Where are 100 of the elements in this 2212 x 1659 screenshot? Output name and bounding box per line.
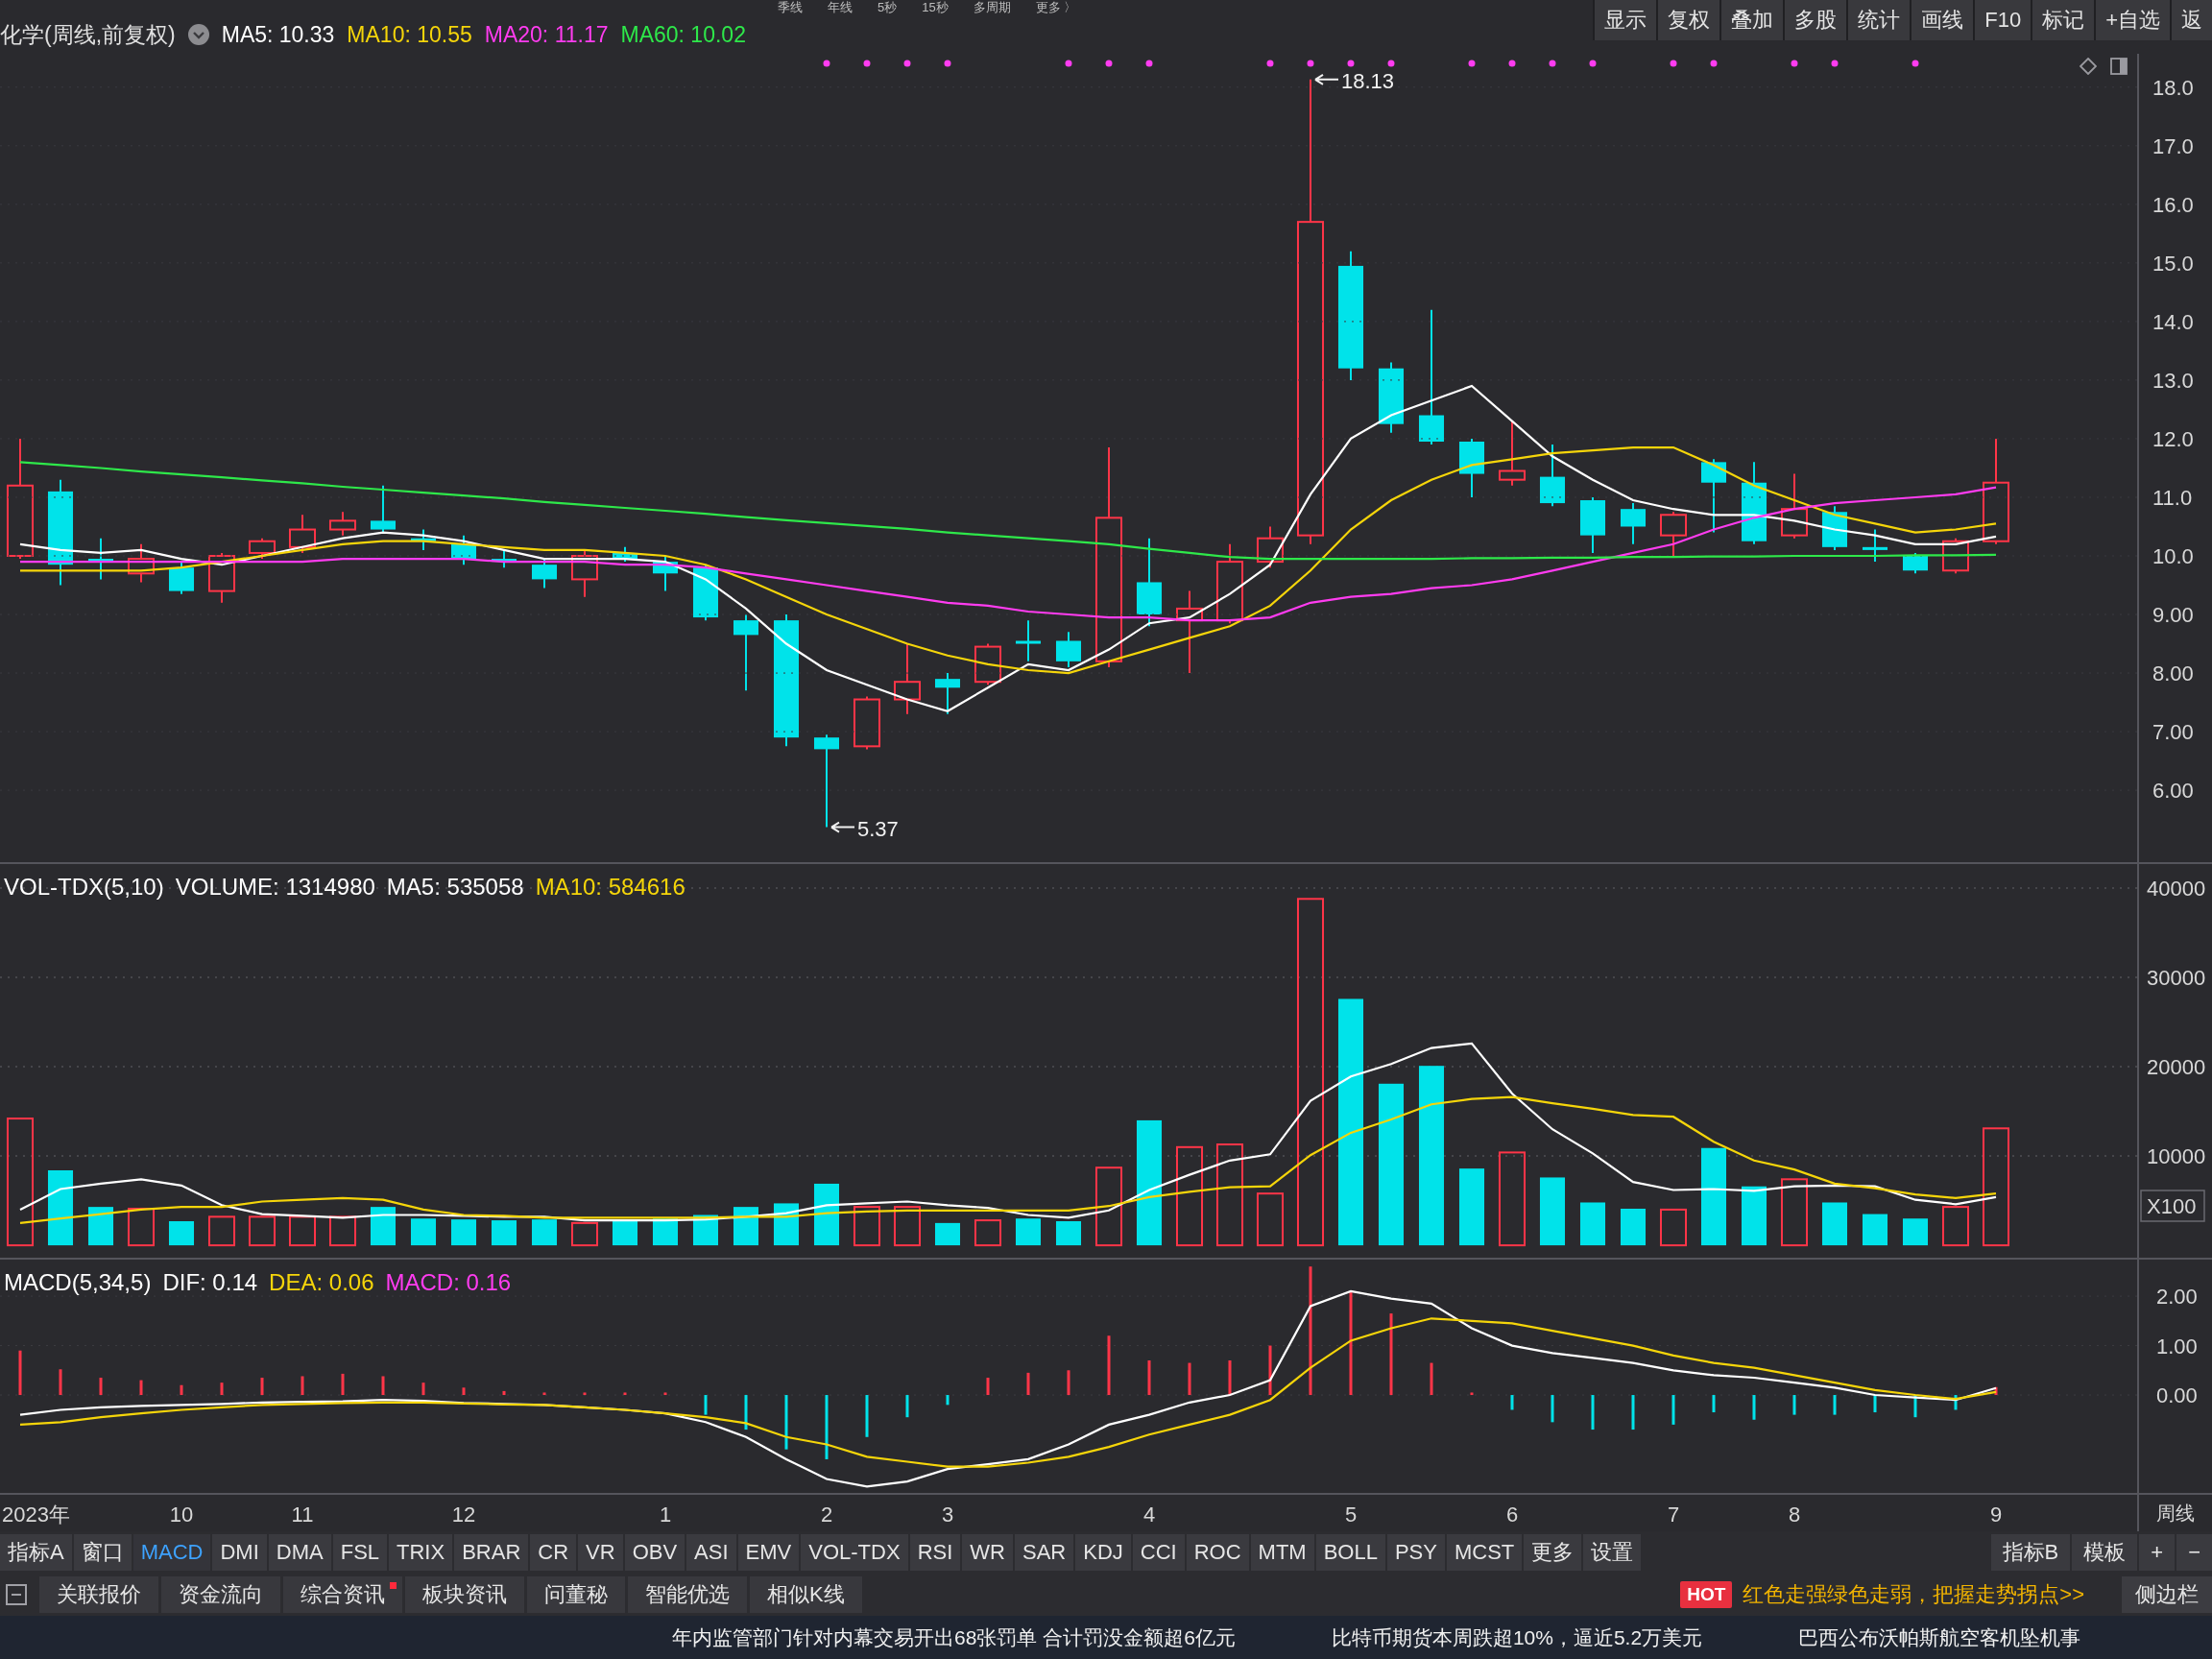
indicator-tab[interactable]: WR (962, 1534, 1013, 1571)
marker-dot-icon (1911, 60, 1919, 67)
diamond-icon[interactable] (2080, 58, 2097, 75)
indicator-tab[interactable]: MTM (1250, 1534, 1314, 1571)
indicator-tab[interactable]: VR (578, 1534, 623, 1571)
histogram-bar (1671, 1395, 1675, 1425)
year-label: 2023年 (2, 1503, 70, 1527)
toolbar-button[interactable]: 复权 (1656, 0, 1720, 40)
period-tab[interactable]: 15秒 (922, 0, 949, 15)
price-axis-label: 6.00 (2152, 779, 2194, 804)
indicator-tab[interactable]: 窗口 (73, 1534, 132, 1571)
volume-bar (974, 1219, 1001, 1247)
minus-square-icon[interactable] (6, 1584, 27, 1605)
indicator-tab[interactable]: BOLL (1315, 1534, 1385, 1571)
macd-axis-label: 2.00 (2156, 1285, 2198, 1310)
time-axis-label: 6 (1505, 1503, 1519, 1527)
marker-dot-icon (1307, 60, 1314, 67)
histogram-bar (1712, 1395, 1716, 1413)
volume-bar (492, 1220, 517, 1246)
marker-dot-icon (1105, 60, 1113, 67)
indicator-tab[interactable]: DMA (268, 1534, 331, 1571)
volume-bar (613, 1220, 637, 1246)
toolbar-button[interactable]: 叠加 (1719, 0, 1784, 40)
volume-bar (1942, 1206, 1969, 1247)
period-tab[interactable]: 5秒 (878, 0, 898, 15)
period-tab[interactable]: 年线 (828, 0, 853, 15)
volume-bar (935, 1222, 960, 1246)
period-tab[interactable]: 更多 〉 (1035, 0, 1077, 15)
histogram-bar (220, 1382, 224, 1396)
histogram-bar (1268, 1345, 1272, 1396)
toolbar-button[interactable]: +自选 (2094, 0, 2170, 40)
histogram-bar (865, 1395, 869, 1437)
toolbar-button[interactable]: 画线 (1910, 0, 1974, 40)
toolbar-button[interactable]: 返 (2170, 0, 2212, 40)
info-tab[interactable]: 关联报价 (39, 1576, 158, 1613)
time-axis-label: 4 (1142, 1503, 1156, 1527)
indicator-tab[interactable]: VOL-TDX (801, 1534, 908, 1571)
info-tab[interactable]: 资金流向 (161, 1576, 280, 1613)
indicator-tab[interactable]: MCST (1446, 1534, 1523, 1571)
indicator-tab[interactable]: CR (530, 1534, 577, 1571)
period-label: 周线 (2156, 1501, 2195, 1526)
toolbar-button[interactable]: 显示 (1593, 0, 1657, 40)
indicator-tab[interactable]: 设置 (1583, 1534, 1642, 1571)
marker-dot-icon (1670, 60, 1677, 67)
volume-bar (1621, 1209, 1646, 1246)
indicator-tab[interactable]: CCI (1132, 1534, 1185, 1571)
indicator-tab[interactable]: FSL (332, 1534, 388, 1571)
histogram-bar (986, 1378, 990, 1396)
info-tab[interactable]: 智能优选 (628, 1576, 747, 1613)
histogram-bar (381, 1376, 385, 1396)
indicator-tab[interactable]: 更多 (1524, 1534, 1582, 1571)
legend-value: MA20: 11.17 (484, 21, 609, 48)
info-tab[interactable]: 相似K线 (750, 1576, 862, 1613)
legend-value: MA5: 10.33 (221, 21, 335, 48)
period-tab[interactable]: 季线 (778, 0, 803, 15)
indicator-tab[interactable]: OBV (624, 1534, 685, 1571)
period-tab[interactable]: 多周期 (973, 0, 1011, 15)
price-axis-label: 7.00 (2152, 720, 2194, 745)
time-axis-label: 12 (451, 1503, 476, 1527)
volume-axis-label: 10000 (2147, 1144, 2206, 1169)
news-headline[interactable]: 巴西公布沃帕斯航空客机坠机事 (1798, 1623, 2081, 1651)
histogram-bar (1792, 1395, 1796, 1415)
promo-link[interactable]: 红色走强绿色走弱，把握走势拐点>> (1743, 1580, 2084, 1609)
histogram-bar (1430, 1362, 1433, 1396)
panel-control-button[interactable]: 模板 (2072, 1534, 2138, 1571)
histogram-bar (542, 1392, 546, 1396)
toolbar-button[interactable]: 统计 (1846, 0, 1911, 40)
macd-axis-label: 1.00 (2156, 1334, 2198, 1358)
volume-bar (1257, 1192, 1284, 1247)
legend-value: DIF: 0.14 (162, 1269, 258, 1296)
sidebar-button[interactable]: 侧边栏 (2122, 1576, 2212, 1613)
indicator-tab[interactable]: SAR (1014, 1534, 1074, 1571)
indicator-tab[interactable]: DMI (212, 1534, 267, 1571)
toolbar-button[interactable]: F10 (1973, 0, 2032, 40)
legend-value: MACD(5,34,5) (4, 1269, 152, 1296)
indicator-tab[interactable]: ROC (1186, 1534, 1249, 1571)
indicator-tab[interactable]: MACD (132, 1534, 211, 1571)
indicator-tab[interactable]: 指标A (0, 1534, 72, 1571)
info-tab[interactable]: 问董秘 (527, 1576, 625, 1613)
price-axis-label: 11.0 (2152, 485, 2193, 510)
split-panel-icon[interactable] (2110, 58, 2128, 75)
panel-control-button[interactable]: − (2176, 1534, 2212, 1571)
indicator-tab[interactable]: PSY (1386, 1534, 1445, 1571)
indicator-tab[interactable]: RSI (909, 1534, 961, 1571)
toolbar-button[interactable]: 多股 (1783, 0, 1847, 40)
panel-control-button[interactable]: 指标B (1990, 1534, 2071, 1571)
info-tab[interactable]: 综合资讯 (283, 1576, 402, 1613)
panel-control-button[interactable]: + (2139, 1534, 2176, 1571)
indicator-tab[interactable]: EMV (737, 1534, 800, 1571)
chevron-down-icon[interactable] (187, 24, 209, 45)
news-headline[interactable]: 比特币期货本周跌超10%，逼近5.2万美元 (1331, 1623, 1703, 1651)
indicator-tab[interactable]: ASI (686, 1534, 736, 1571)
news-headline[interactable]: 年内监管部门针对内幕交易开出68张罚单 合计罚没金额超6亿元 (672, 1623, 1236, 1651)
info-tab[interactable]: 板块资讯 (405, 1576, 524, 1613)
price-axis-label: 10.0 (2152, 544, 2194, 568)
indicator-tab[interactable]: BRAR (454, 1534, 529, 1571)
indicator-tab[interactable]: KDJ (1075, 1534, 1131, 1571)
time-axis-label: 5 (1344, 1503, 1358, 1527)
toolbar-button[interactable]: 标记 (2031, 0, 2095, 40)
indicator-tab[interactable]: TRIX (389, 1534, 453, 1571)
